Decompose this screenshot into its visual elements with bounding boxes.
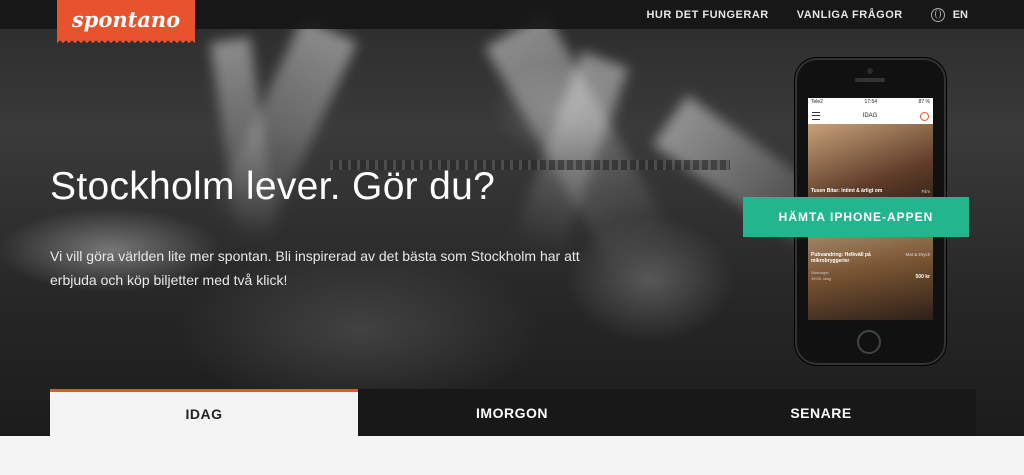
event-card-category: Mat & Dryck (905, 252, 930, 257)
language-label: EN (952, 8, 968, 21)
event-card-price: 500 kr (915, 274, 930, 280)
menu-icon (812, 112, 820, 120)
phone-camera (867, 68, 873, 74)
nav-link-faq[interactable]: VANLIGA FRÅGOR (797, 9, 903, 21)
hero-headline: Stockholm lever. Gör du? (50, 165, 496, 208)
tab-today[interactable]: IDAG (50, 389, 358, 436)
tab-later[interactable]: SENARE (666, 389, 976, 436)
event-card-venue: Stortorget (811, 270, 829, 275)
tab-tomorrow[interactable]: IMORGON (358, 389, 666, 436)
main-nav: HUR DET FUNGERAR VANLIGA FRÅGOR EN (618, 0, 1024, 29)
nav-link-how-it-works[interactable]: HUR DET FUNGERAR (646, 9, 768, 21)
carrier-label: Tele2 (811, 99, 823, 105)
spontano-logo[interactable]: spontano (57, 0, 195, 44)
hero-lede: Vi vill göra världen lite mer spontan. B… (50, 248, 580, 288)
event-card-title: Pubvandring: Helkväll på mikrobryggerier (811, 252, 871, 264)
day-tabs: IDAG IMORGON SENARE (50, 389, 976, 436)
app-header: IDAG (808, 108, 933, 125)
globe-icon (930, 7, 945, 22)
top-navigation-bar: spontano HUR DET FUNGERAR VANLIGA FRÅGOR… (0, 0, 1024, 44)
event-card-category: Film (921, 189, 931, 194)
event-card-date: 19:00, idag (811, 276, 831, 281)
phone-status-bar: Tele2 17:54 87 % (808, 98, 933, 108)
download-iphone-app-button[interactable]: HÄMTA IPHONE-APPEN (743, 197, 969, 237)
app-header-title: IDAG (862, 113, 878, 119)
event-card-title: Tusen Bitar: Intimt & ärligt om (811, 188, 883, 194)
clock-label: 17:54 (864, 99, 878, 105)
phone-home-button (857, 330, 881, 354)
app-logo-icon (919, 111, 929, 121)
phone-speaker (855, 78, 885, 82)
battery-label: 87 % (918, 99, 930, 105)
language-switcher[interactable]: EN (930, 7, 968, 22)
